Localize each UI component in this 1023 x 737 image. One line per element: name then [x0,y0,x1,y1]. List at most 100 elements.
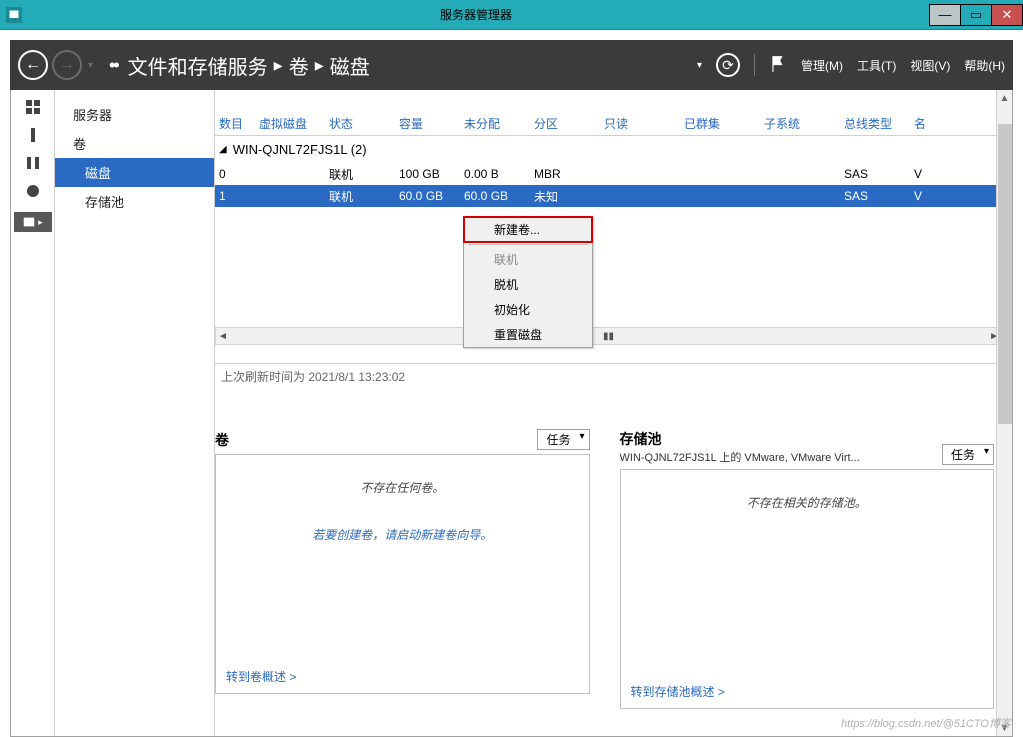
menu-item-reset-disk[interactable]: 重置磁盘 [464,322,592,347]
rail-dashboard-icon[interactable] [24,100,42,114]
menu-item-online[interactable]: 联机 [464,247,592,272]
vertical-scrollbar[interactable]: ▲ ▼ [996,90,1012,736]
th-status[interactable]: 状态 [325,115,395,132]
rail-server-icon[interactable] [24,128,42,142]
pools-panel: 存储池 WIN-QJNL72FJS1L 上的 VMware, VMware Vi… [620,429,995,709]
sidebar-item-pools[interactable]: 存储池 [55,187,214,216]
breadcrumb-part-1[interactable]: 文件和存储服务 [128,51,268,80]
table-group-row[interactable]: ◢ WIN-QJNL72FJS1L (2) [215,136,1002,163]
pools-tasks-button[interactable]: 任务 [942,444,994,465]
scroll-thumb[interactable] [998,124,1012,424]
scroll-up-icon[interactable]: ▲ [997,90,1012,106]
sidebar: 服务器 卷 磁盘 存储池 [55,90,215,736]
rail-storage-icon[interactable]: ▸ [14,212,52,232]
volumes-body: 不存在任何卷。 若要创建卷，请启动新建卷向导。 转到卷概述 > [215,454,590,694]
nav-forward-button[interactable]: → [52,50,82,80]
sidebar-item-disks[interactable]: 磁盘 [55,158,214,187]
sidebar-item-volumes[interactable]: 卷 [55,129,214,158]
cell-unalloc: 0.00 B [460,167,530,181]
volumes-hint[interactable]: 若要创建卷，请启动新建卷向导。 [226,526,579,543]
close-button[interactable]: ✕ [991,4,1023,26]
breadcrumb: •• 文件和存储服务 ▸ 卷 ▸ 磁盘 [109,51,370,80]
main-content: 数目 虚拟磁盘 状态 容量 未分配 分区 只读 已群集 子系统 总线类型 名 ◢… [215,90,1012,736]
menu-help[interactable]: 帮助(H) [964,57,1005,74]
cell-name: V [910,167,930,181]
menu-tools[interactable]: 工具(T) [857,57,896,74]
rail-servers-icon[interactable] [24,156,42,170]
toolbar-right: ▾ ⟳ 管理(M) 工具(T) 视图(V) 帮助(H) [697,53,1005,77]
cell-cap: 100 GB [395,167,460,181]
bottom-panels: 卷 任务 不存在任何卷。 若要创建卷，请启动新建卷向导。 转到卷概述 > 存储池 [215,429,1002,709]
collapse-icon[interactable]: ◢ [219,144,227,155]
breadcrumb-sep: ▸ [274,55,283,76]
sidebar-item-servers[interactable]: 服务器 [55,100,214,129]
flag-icon[interactable] [769,55,787,76]
breadcrumb-part-3[interactable]: 磁盘 [330,51,370,80]
cell-cap: 60.0 GB [395,189,460,203]
watermark: https://blog.csdn.net/@51CTO博客 [841,715,1011,731]
cell-bus: SAS [840,167,910,181]
th-name[interactable]: 名 [910,115,930,132]
menu-item-initialize[interactable]: 初始化 [464,297,592,322]
menu-item-offline[interactable]: 脱机 [464,272,592,297]
pools-title: 存储池 [620,429,860,449]
menu-manage[interactable]: 管理(M) [801,57,843,74]
window-title: 服务器管理器 [22,6,930,23]
volumes-panel: 卷 任务 不存在任何卷。 若要创建卷，请启动新建卷向导。 转到卷概述 > [215,429,590,709]
icon-rail: ▸ [11,90,55,736]
cell-status: 联机 [325,166,395,183]
cell-status: 联机 [325,188,395,205]
th-unallocated[interactable]: 未分配 [460,115,530,132]
breadcrumb-sep: ▸ [315,55,324,76]
context-menu: 新建卷... 联机 脱机 初始化 重置磁盘 [463,216,593,348]
minimize-button[interactable]: — [929,4,961,26]
last-refresh-label: 上次刷新时间为 2021/8/1 13:23:02 [215,364,1002,389]
cell-part: MBR [530,167,600,181]
breadcrumb-leading: •• [109,55,118,76]
volumes-overview-link[interactable]: 转到卷概述 > [226,668,296,685]
pools-body: 不存在相关的存储池。 转到存储池概述 > [620,469,995,709]
th-capacity[interactable]: 容量 [395,115,460,132]
scroll-left-icon[interactable]: ◄ [218,331,228,342]
titlebar-left [0,7,22,23]
titlebar: 服务器管理器 — ▭ ✕ [0,0,1023,30]
cell-part: 未知 [530,188,600,205]
refresh-button[interactable]: ⟳ [716,53,740,77]
menu-view[interactable]: 视图(V) [910,57,950,74]
th-subsystem[interactable]: 子系统 [760,115,840,132]
toolbar-divider [754,54,755,76]
volumes-empty-msg: 不存在任何卷。 [226,479,579,496]
horizontal-scrollbar[interactable]: ◄ ▮▮ ► [215,327,1002,345]
cell-num: 0 [215,167,255,181]
group-label: WIN-QJNL72FJS1L (2) [233,142,367,157]
main-toolbar: ← → ▾ •• 文件和存储服务 ▸ 卷 ▸ 磁盘 ▾ ⟳ 管理(M) 工具(T… [10,40,1013,90]
th-number[interactable]: 数目 [215,115,255,132]
toolbar-dropdown-icon[interactable]: ▾ [697,60,702,71]
pools-empty-msg: 不存在相关的存储池。 [631,494,984,511]
maximize-button[interactable]: ▭ [960,4,992,26]
menu-separator [468,244,588,245]
rail-disk-icon[interactable] [24,184,42,198]
menu-item-new-volume[interactable]: 新建卷... [464,217,592,242]
table-row[interactable]: 1 联机 60.0 GB 60.0 GB 未知 SAS V [215,185,1002,207]
cell-unalloc: 60.0 GB [460,189,530,203]
th-clustered[interactable]: 已群集 [680,115,760,132]
th-bus-type[interactable]: 总线类型 [840,115,910,132]
body: ▸ 服务器 卷 磁盘 存储池 数目 虚拟磁盘 状态 容量 未分配 分区 只读 已… [10,90,1013,737]
app-icon [6,7,22,23]
disk-table-header: 数目 虚拟磁盘 状态 容量 未分配 分区 只读 已群集 子系统 总线类型 名 [215,112,1002,136]
pools-overview-link[interactable]: 转到存储池概述 > [631,683,725,700]
disk-table-body: ◢ WIN-QJNL72FJS1L (2) 0 联机 100 GB 0.00 B… [215,136,1002,364]
th-readonly[interactable]: 只读 [600,115,680,132]
nav-dropdown-icon[interactable]: ▾ [88,60,93,71]
volumes-title: 卷 [215,430,229,450]
th-virtual-disk[interactable]: 虚拟磁盘 [255,115,325,132]
table-row[interactable]: 0 联机 100 GB 0.00 B MBR SAS V [215,163,1002,185]
nav-back-button[interactable]: ← [18,50,48,80]
volumes-tasks-button[interactable]: 任务 [537,429,589,450]
cell-bus: SAS [840,189,910,203]
pools-subtitle: WIN-QJNL72FJS1L 上的 VMware, VMware Virt..… [620,449,860,465]
th-partition[interactable]: 分区 [530,115,600,132]
cell-name: V [910,189,930,203]
breadcrumb-part-2[interactable]: 卷 [289,51,309,80]
